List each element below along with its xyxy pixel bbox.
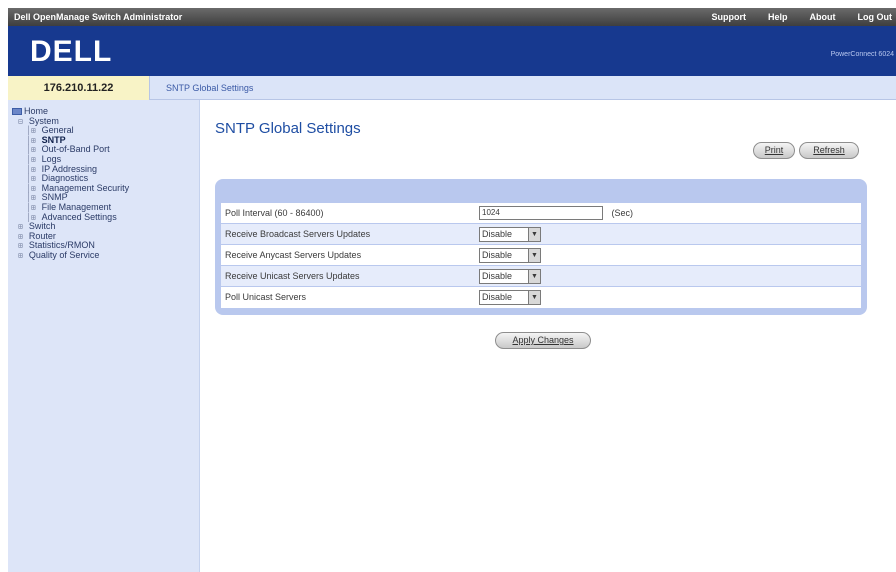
navigation-tree: Home ⊟ System │⊞ General │⊞ SNTP │⊞ Out-of-Band … — [12, 106, 130, 261]
dropdown-arrow-icon[interactable]: ▼ — [528, 248, 540, 262]
refresh-button[interactable]: Refresh — [799, 142, 859, 159]
breadcrumb[interactable]: SNTP Global Settings — [166, 83, 253, 93]
dropdown-arrow-icon[interactable]: ▼ — [528, 290, 540, 304]
settings-table: Poll Interval (60 - 86400) 1024 (Sec) Re… — [221, 202, 861, 308]
about-link[interactable]: About — [810, 12, 836, 22]
anycast-updates-select[interactable]: Disable ▼ — [479, 247, 541, 263]
unicast-updates-select[interactable]: Disable ▼ — [479, 268, 541, 284]
field-label: Receive Unicast Servers Updates — [221, 265, 479, 287]
tree-item-label[interactable]: SNMP — [42, 192, 68, 203]
field-label: Receive Broadcast Servers Updates — [221, 223, 479, 245]
product-name: PowerConnect 6024 — [830, 51, 894, 58]
tree-expander-icon[interactable]: ⊞ — [18, 232, 23, 241]
tree-item-label[interactable]: Management Security — [42, 183, 130, 193]
tree-item-label[interactable]: System — [29, 116, 59, 126]
tree-item-label[interactable]: Switch — [29, 221, 56, 231]
tree-expander-icon[interactable]: ⊞ — [18, 241, 23, 250]
tree-item-label[interactable]: Quality of Service — [29, 250, 100, 260]
tree-expander-icon[interactable]: ⊞ — [18, 251, 23, 260]
table-row: Poll Unicast Servers Disable ▼ — [221, 286, 861, 308]
poll-interval-input[interactable]: 1024 — [479, 206, 603, 220]
tree-item-label[interactable]: Out-of-Band Port — [42, 144, 110, 155]
tree-expander-icon[interactable]: │⊞ — [26, 136, 36, 145]
tree-item-label[interactable]: Logs — [42, 154, 62, 164]
page-title: SNTP Global Settings — [215, 120, 361, 137]
top-links: Support Help About Log Out — [689, 12, 892, 22]
tree-item[interactable]: ⊞ Quality of Service — [12, 250, 129, 261]
tree-expander-icon[interactable]: │⊞ — [26, 174, 36, 183]
apply-changes-button[interactable]: Apply Changes — [495, 332, 591, 349]
tree-item-label[interactable]: IP Addressing — [42, 164, 97, 174]
tree-expander-icon[interactable]: ⊟ — [18, 117, 23, 126]
table-row: Receive Anycast Servers Updates Disable ▼ — [221, 244, 861, 266]
tree-item-label[interactable]: Home — [24, 106, 48, 116]
tree-expander-icon[interactable]: │⊞ — [26, 145, 36, 154]
tree-expander-icon[interactable]: │⊞ — [26, 155, 36, 164]
poll-unicast-select[interactable]: Disable ▼ — [479, 289, 541, 305]
table-row: Receive Broadcast Servers Updates Disabl… — [221, 223, 861, 245]
tree-item[interactable]: │⊞ General — [12, 125, 129, 136]
tree-item[interactable]: │⊞ Out-of-Band Port — [12, 145, 129, 155]
dropdown-arrow-icon[interactable]: ▼ — [528, 227, 540, 241]
tree-item[interactable]: │⊞ Management Security — [12, 183, 130, 194]
tree-item-label[interactable]: SNTP — [42, 135, 66, 145]
breadcrumb-bar: 176.210.11.22 SNTP Global Settings — [8, 76, 896, 100]
field-label: Poll Unicast Servers — [221, 286, 479, 308]
unit-label: (Sec) — [611, 208, 634, 218]
field-label: Poll Interval (60 - 86400) — [221, 202, 479, 224]
broadcast-updates-select[interactable]: Disable ▼ — [479, 226, 541, 242]
sidebar: Home ⊟ System │⊞ General │⊞ SNTP │⊞ Out-of-Band … — [8, 100, 200, 572]
tree-item-label[interactable]: Advanced Settings — [42, 212, 117, 222]
help-link[interactable]: Help — [768, 12, 788, 22]
main-content: SNTP Global Settings Print Refresh Poll … — [201, 100, 896, 572]
app-title: Dell OpenManage Switch Administrator — [14, 12, 183, 22]
support-link[interactable]: Support — [711, 12, 746, 22]
dell-logo: DELL — [30, 35, 113, 68]
logout-link[interactable]: Log Out — [858, 12, 893, 22]
header-banner: DELL PowerConnect 6024 — [8, 26, 896, 76]
table-row: Receive Unicast Servers Updates Disable ▼ — [221, 265, 861, 287]
tree-expander-icon[interactable]: │⊞ — [26, 193, 36, 202]
table-row: Poll Interval (60 - 86400) 1024 (Sec) — [221, 202, 861, 224]
tree-item-label[interactable]: General — [42, 125, 74, 135]
tree-expander-icon[interactable]: │⊞ — [26, 165, 36, 174]
tree-item-label[interactable]: Router — [29, 231, 56, 241]
settings-panel: Poll Interval (60 - 86400) 1024 (Sec) Re… — [215, 179, 867, 315]
device-ip: 176.210.11.22 — [8, 76, 150, 100]
tree-expander-icon[interactable]: ⊞ — [18, 222, 23, 231]
tree-expander-icon[interactable]: │⊞ — [26, 184, 36, 193]
dropdown-arrow-icon[interactable]: ▼ — [528, 269, 540, 283]
top-menu-bar: Dell OpenManage Switch Administrator Sup… — [8, 8, 896, 26]
folder-icon — [12, 108, 22, 115]
tree-item-label[interactable]: File Management — [42, 202, 112, 212]
tree-item-label[interactable]: Statistics/RMON — [29, 240, 95, 251]
tree-item-label[interactable]: Diagnostics — [42, 173, 89, 183]
tree-expander-icon[interactable]: │⊞ — [26, 203, 36, 212]
field-label: Receive Anycast Servers Updates — [221, 244, 479, 266]
print-button[interactable]: Print — [753, 142, 795, 159]
tree-expander-icon[interactable]: │⊞ — [26, 126, 36, 135]
